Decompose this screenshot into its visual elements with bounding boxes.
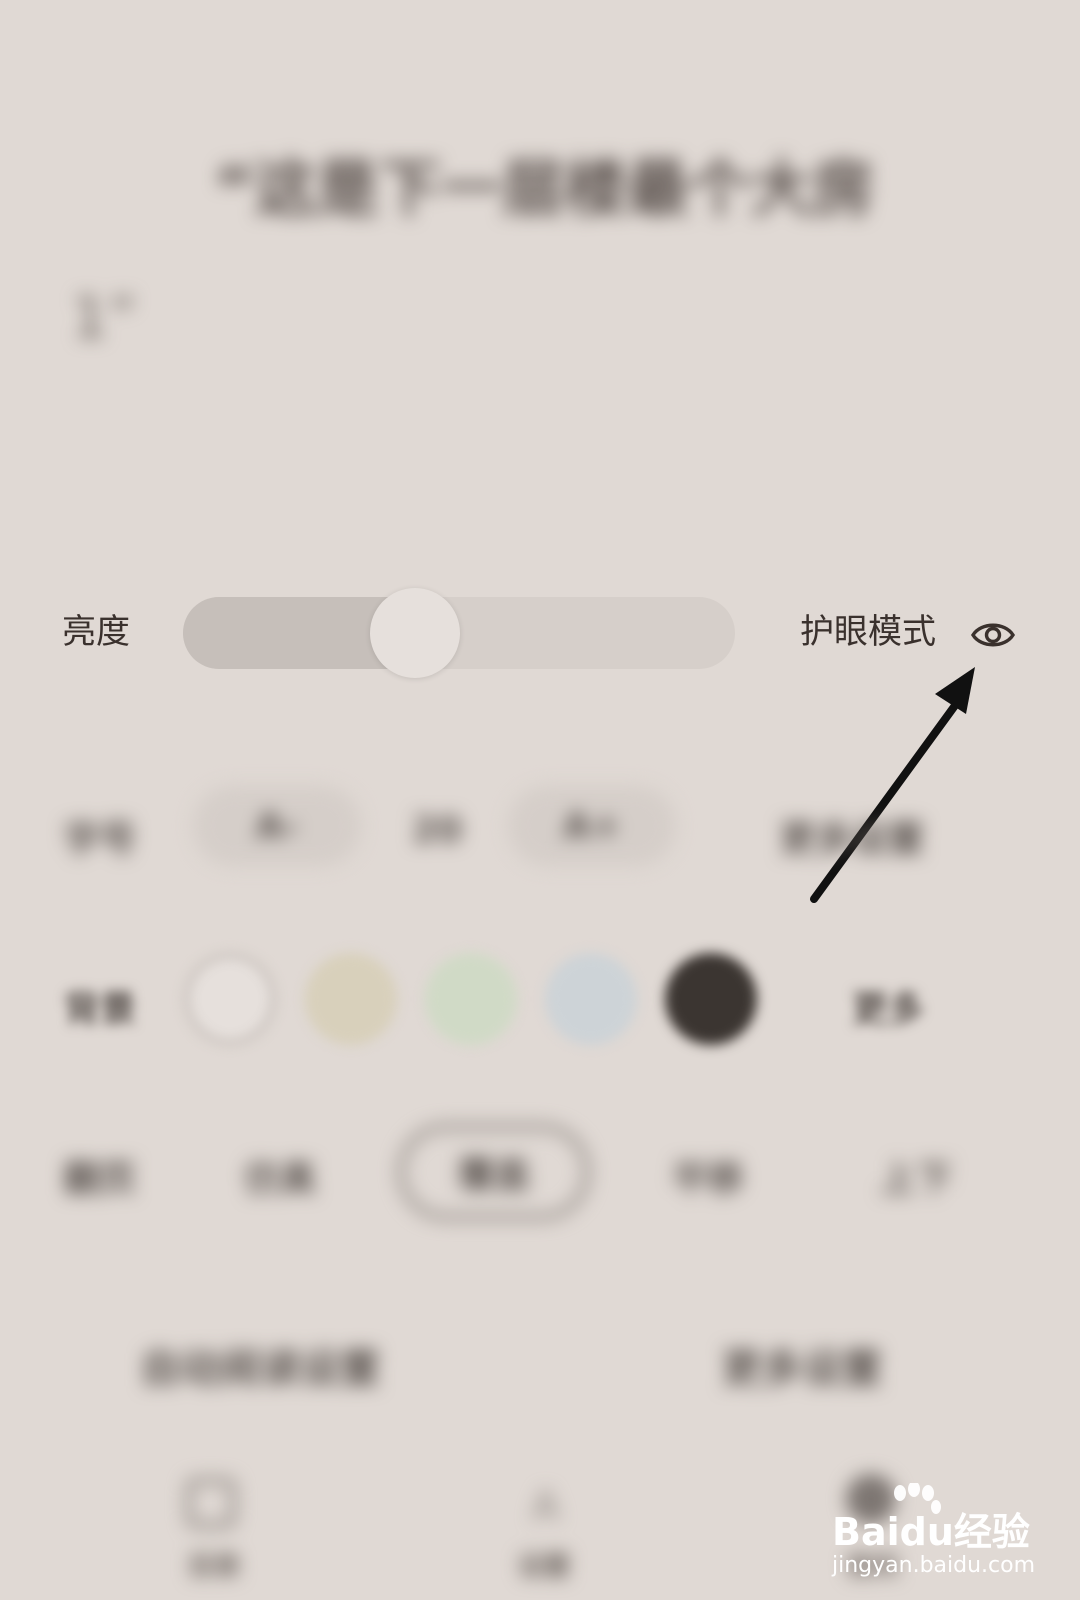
background-swatch-green[interactable] bbox=[425, 953, 517, 1045]
more-settings-bottom-link[interactable]: 更多设置 bbox=[722, 1336, 882, 1394]
nav-label[interactable]: 目录 bbox=[188, 1546, 240, 1583]
font-icon[interactable]: A bbox=[522, 1478, 572, 1530]
font-size-label: 字号 bbox=[64, 819, 137, 860]
nav-label[interactable]: 设置 bbox=[518, 1546, 570, 1583]
background-swatch-beige[interactable] bbox=[305, 953, 397, 1045]
more-settings-link[interactable]: 更多设置 bbox=[780, 810, 924, 862]
font-size-value: 20 bbox=[412, 810, 463, 851]
font-increase-button[interactable]: A+ bbox=[508, 786, 676, 866]
flip-option[interactable]: 仿真 bbox=[244, 1150, 316, 1202]
list-icon[interactable] bbox=[186, 1478, 236, 1528]
background-swatch-dark[interactable] bbox=[665, 953, 757, 1045]
watermark-brand: Baidu经验 bbox=[832, 1510, 1030, 1554]
background-label: 背景 bbox=[64, 989, 137, 1030]
flip-option[interactable]: 上下 bbox=[880, 1150, 952, 1202]
auto-read-settings-link[interactable]: 自动阅读设置 bbox=[140, 1336, 380, 1394]
baidu-watermark: Baidu经验 jingyan.baidu.com bbox=[832, 1481, 1062, 1591]
font-decrease-button[interactable]: A- bbox=[193, 786, 361, 866]
background-swatch-blue[interactable] bbox=[545, 953, 637, 1045]
flip-option-selected[interactable]: 覆盖 bbox=[398, 1124, 590, 1220]
page-flip-label: 翻页 bbox=[64, 1159, 137, 1200]
background-swatch-white[interactable] bbox=[184, 953, 276, 1045]
background-more-link[interactable]: 更多 bbox=[852, 980, 924, 1032]
watermark-url: jingyan.baidu.com bbox=[832, 1553, 1036, 1578]
flip-option[interactable]: 平移 bbox=[672, 1150, 744, 1202]
